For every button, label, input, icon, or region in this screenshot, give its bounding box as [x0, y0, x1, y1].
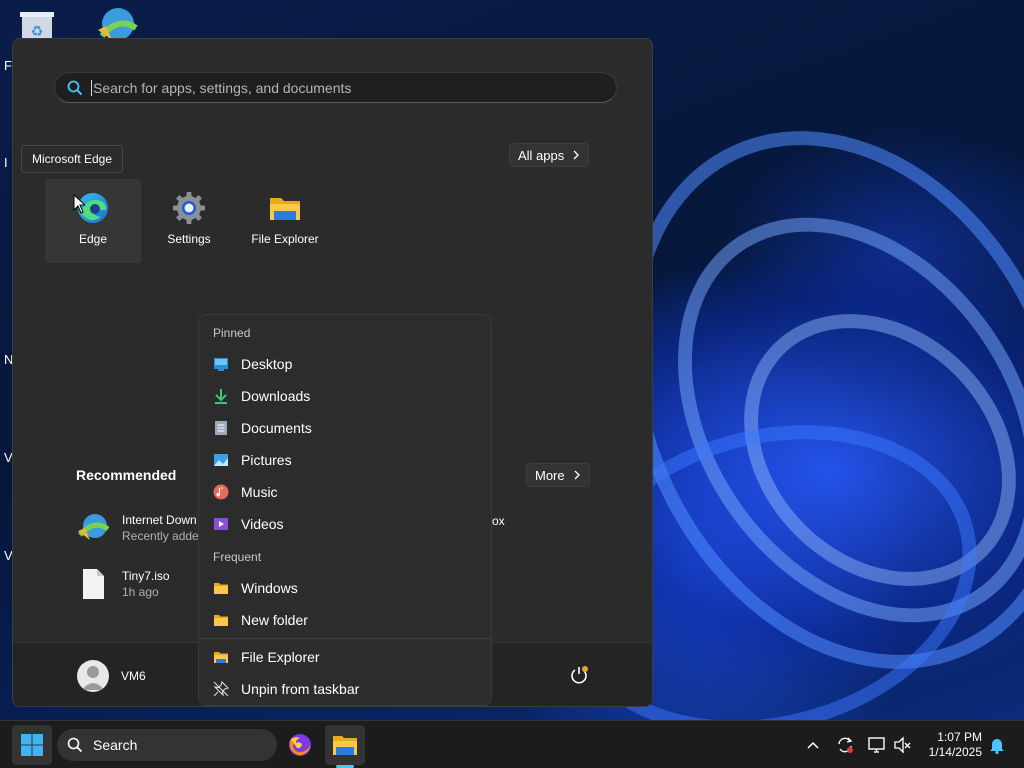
recommended-item-time: 1h ago [122, 585, 159, 599]
recommended-item[interactable]: Tiny7.iso 1h ago [76, 567, 170, 601]
more-button[interactable]: More [526, 463, 590, 487]
volume-button[interactable] [891, 734, 913, 756]
desktop-icon-label-fragment: F [4, 58, 12, 73]
jump-list-item-label: Videos [241, 516, 284, 532]
folder-icon [214, 615, 228, 626]
jump-list-pinned-header: Pinned [213, 326, 251, 340]
jump-list-action-label: Unpin from taskbar [241, 681, 360, 697]
jump-list-item-windows[interactable]: Windows [205, 573, 487, 603]
pinned-app-file-explorer[interactable]: File Explorer [237, 179, 333, 263]
videos-icon [214, 518, 228, 530]
jump-list-action-file-explorer[interactable]: File Explorer [205, 642, 487, 672]
recommended-item-name: Internet Down [122, 513, 197, 527]
jump-list-frequent-header: Frequent [213, 550, 262, 564]
file-explorer-jump-list: Pinned Desktop Downloads Documents Pictu… [198, 314, 492, 706]
search-icon [67, 80, 83, 95]
clock-date: 1/14/2025 [928, 745, 982, 759]
start-search-input[interactable] [93, 79, 573, 96]
taskbar-search-label: Search [93, 737, 138, 753]
pinned-app-label: Edge [78, 232, 108, 246]
jump-list-action-unpin[interactable]: Unpin from taskbar [205, 674, 487, 704]
desktop-icon-label-fragment: I [4, 155, 8, 170]
jump-list-item-label: Windows [241, 580, 298, 596]
search-icon [67, 737, 83, 753]
jump-list-item-label: Music [241, 484, 278, 500]
file-explorer-icon [333, 736, 357, 755]
pictures-icon [214, 454, 228, 466]
folder-icon [214, 583, 228, 594]
recommended-item-name-fragment: ox [492, 514, 505, 528]
jump-list-item-label: New folder [241, 612, 308, 628]
jump-list-item-label: Pictures [241, 452, 292, 468]
start-button[interactable] [12, 725, 52, 765]
jump-list-item-pictures[interactable]: Pictures [205, 445, 487, 475]
taskbar: Search 1:07 PM 1/14/2025 [0, 720, 1024, 768]
all-apps-button[interactable]: All apps [509, 143, 590, 167]
recommended-item[interactable]: Internet Down Recently adde [76, 511, 199, 545]
taskbar-firefox[interactable] [280, 725, 320, 765]
jump-list-item-desktop[interactable]: Desktop [205, 349, 487, 379]
sync-status-button[interactable] [834, 734, 856, 756]
pinned-app-label: File Explorer [251, 232, 319, 246]
internet-download-manager-icon [78, 514, 110, 540]
jump-list-item-new-folder[interactable]: New folder [205, 605, 487, 635]
user-avatar-icon [82, 666, 104, 690]
chevron-right-icon [574, 470, 580, 480]
network-icon [868, 737, 885, 753]
music-icon [213, 484, 229, 500]
chevron-up-icon [807, 741, 819, 749]
pinned-app-label: Settings [167, 232, 211, 246]
show-hidden-icons-button[interactable] [802, 734, 824, 756]
network-button[interactable] [866, 734, 888, 756]
mouse-cursor-icon [73, 194, 85, 214]
jump-list-item-videos[interactable]: Videos [205, 509, 487, 539]
file-explorer-icon [214, 652, 228, 663]
file-icon [83, 569, 104, 599]
text-caret [91, 79, 92, 96]
notifications-button[interactable] [986, 734, 1008, 756]
jump-list-item-music[interactable]: Music [205, 477, 487, 507]
recommended-item-time: Recently adde [122, 529, 199, 543]
unpin-icon [213, 681, 229, 697]
settings-gear-icon [173, 192, 205, 224]
pinned-app-edge[interactable]: Edge [45, 179, 141, 263]
firefox-icon [289, 734, 311, 756]
chevron-right-icon [573, 150, 580, 160]
jump-list-item-label: Documents [241, 420, 312, 436]
bell-icon [990, 739, 1004, 754]
user-avatar[interactable] [77, 660, 109, 692]
pinned-app-settings[interactable]: Settings [141, 179, 237, 263]
start-search-box[interactable] [54, 72, 617, 103]
all-apps-label: All apps [518, 147, 565, 163]
jump-list-item-downloads[interactable]: Downloads [205, 381, 487, 411]
desktop-folder-icon [214, 358, 228, 371]
power-icon[interactable] [569, 665, 589, 685]
jump-list-divider [199, 638, 491, 639]
jump-list-item-documents[interactable]: Documents [205, 413, 487, 443]
download-icon [215, 389, 227, 404]
sync-icon [838, 737, 853, 753]
jump-list-item-label: Downloads [241, 388, 311, 404]
user-name[interactable]: VM6 [121, 669, 146, 683]
more-label: More [535, 467, 565, 483]
document-icon [215, 421, 227, 435]
taskbar-search[interactable]: Search [57, 729, 277, 761]
edge-tooltip: Microsoft Edge [21, 145, 124, 173]
recommended-title: Recommended [76, 467, 177, 483]
file-explorer-icon [270, 198, 300, 220]
jump-list-item-label: Desktop [241, 356, 293, 372]
volume-muted-icon [894, 736, 911, 754]
taskbar-clock[interactable]: 1:07 PM 1/14/2025 [918, 730, 982, 760]
windows-logo-icon [21, 734, 43, 756]
clock-time: 1:07 PM [937, 730, 982, 744]
recommended-item-name: Tiny7.iso [122, 569, 170, 583]
taskbar-file-explorer[interactable] [325, 725, 365, 765]
jump-list-action-label: File Explorer [241, 649, 320, 665]
